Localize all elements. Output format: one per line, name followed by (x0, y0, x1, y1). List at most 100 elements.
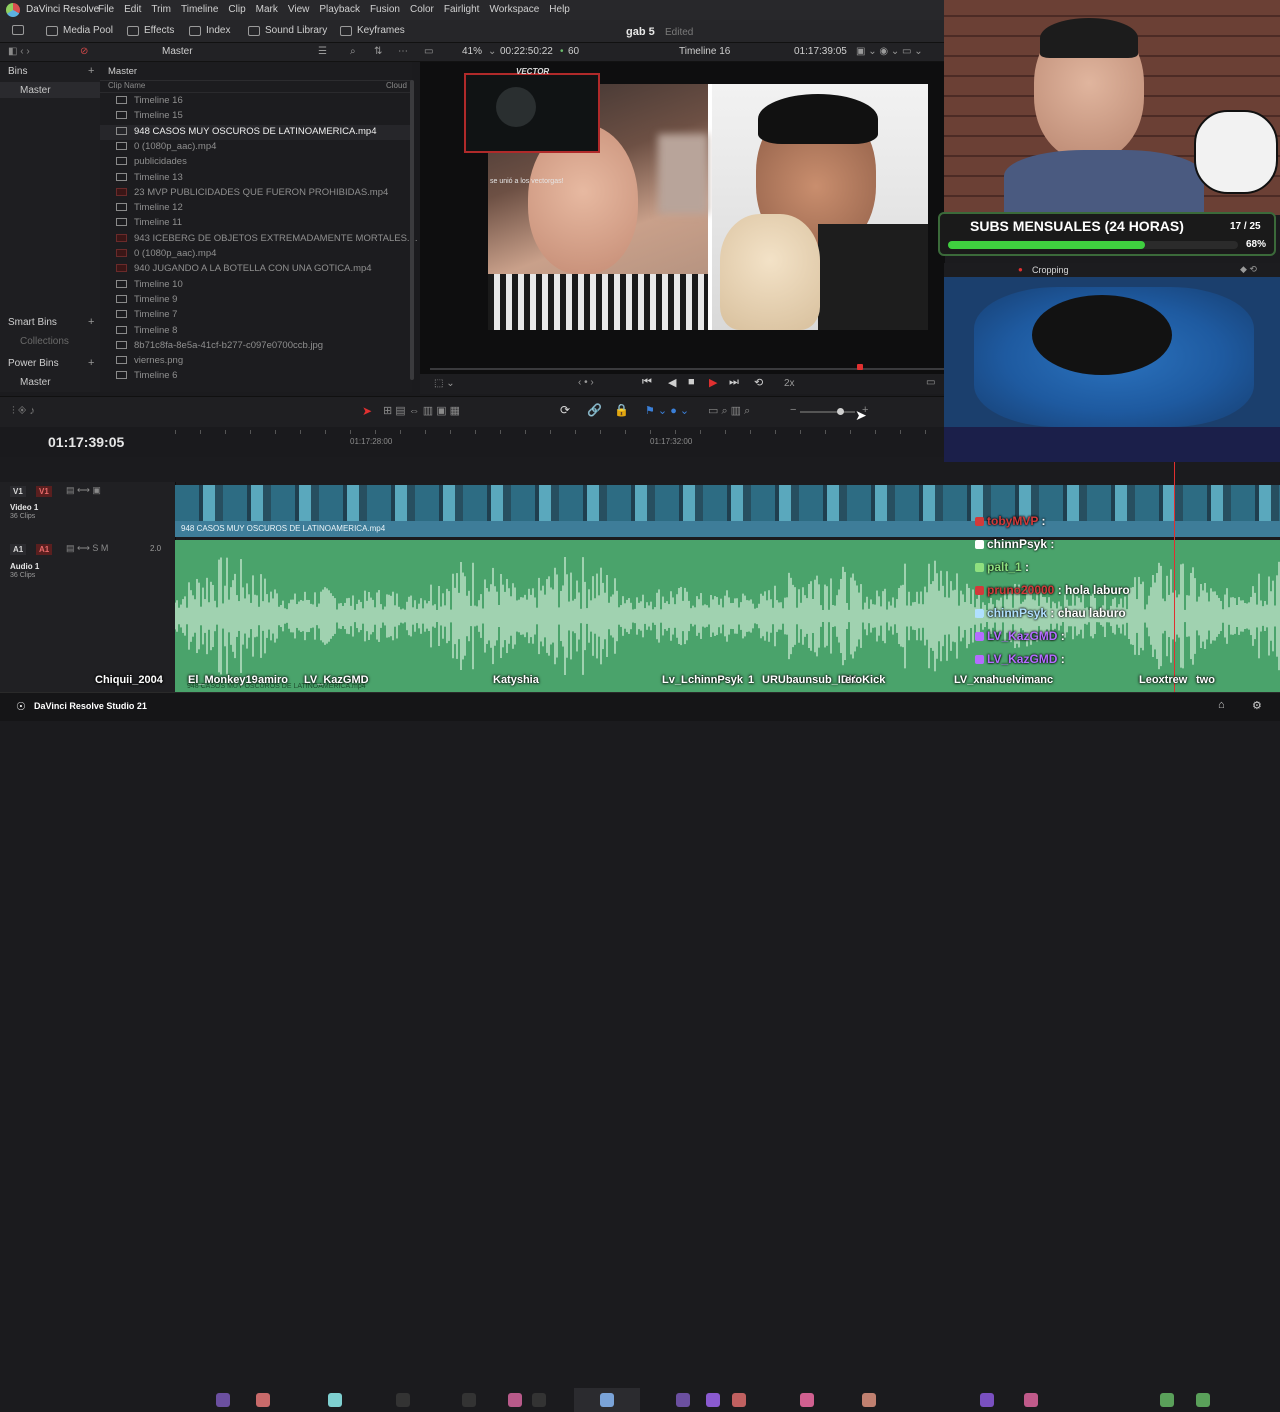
list-view-icon[interactable]: ☰ (318, 46, 327, 57)
more-options-icon[interactable]: ⋯ (398, 46, 408, 57)
menu-trim[interactable]: Trim (151, 4, 171, 15)
panel-toggle-icon[interactable] (12, 25, 24, 35)
clip-row[interactable]: 943 ICEBERG DE OBJETOS EXTREMADAMENTE MO… (100, 232, 417, 247)
timeline-timecode[interactable]: 01:17:39:05 (48, 434, 124, 450)
jog-icon[interactable]: ‹ • › (578, 377, 594, 388)
sound-library-button[interactable]: Sound Library (248, 25, 327, 36)
effects-button[interactable]: Effects (127, 25, 174, 36)
resolve-taskbar-icon[interactable]: ☉ (16, 700, 26, 713)
menu-fairlight[interactable]: Fairlight (444, 4, 480, 15)
clip-row[interactable]: 940 JUGANDO A LA BOTELLA CON UNA GOTICA.… (100, 262, 412, 277)
clip-row[interactable]: Timeline 6 (100, 369, 412, 384)
search-icon[interactable]: ⌕ (350, 46, 356, 57)
menu-help[interactable]: Help (549, 4, 570, 15)
v1-source-patch[interactable]: V1 (10, 486, 26, 497)
clip-row[interactable]: Timeline 8 (100, 324, 412, 339)
zoom-out-icon[interactable]: − (790, 404, 796, 416)
window-icon[interactable] (532, 1393, 546, 1407)
snapping-icon[interactable]: ⟳ (560, 403, 570, 417)
clip-row[interactable]: Timeline 10 (100, 278, 412, 293)
menu-view[interactable]: View (288, 4, 310, 15)
timeline-name[interactable]: Timeline 16 (679, 46, 730, 57)
viewer-layout-icon[interactable]: ▭ (424, 46, 433, 57)
menu-color[interactable]: Color (410, 4, 434, 15)
a1-source-patch[interactable]: A1 (10, 544, 27, 555)
zoom-slider[interactable] (800, 411, 855, 413)
fullscreen-icon[interactable]: ▭ (926, 377, 935, 388)
media-pool-button[interactable]: Media Pool (46, 25, 113, 36)
viewer-playhead[interactable] (857, 364, 863, 370)
zoom-level[interactable]: 41% (462, 46, 482, 57)
audio-track-name[interactable]: Audio 1 (10, 562, 39, 571)
clip-row[interactable]: Timeline 7 (100, 308, 412, 323)
video-clip-thumbnails[interactable] (175, 485, 1280, 521)
selection-tool-icon[interactable]: ➤ (362, 404, 372, 418)
menu-clip[interactable]: Clip (228, 4, 245, 15)
lock-icon[interactable]: 🔒 (614, 403, 629, 417)
sort-icon[interactable]: ⇅ (374, 46, 382, 57)
flag-icon[interactable]: ⚑ ⌄ ● ⌄ (645, 404, 689, 417)
clip-row[interactable]: 8b71c8fa-8e5a-41cf-b277-c097e0700ccb.jpg (100, 339, 412, 354)
index-button[interactable]: Index (189, 25, 230, 36)
bin-master[interactable]: Master (0, 82, 100, 98)
menu-playback[interactable]: Playback (319, 4, 360, 15)
menu-edit[interactable]: Edit (124, 4, 141, 15)
edit-tools-icon[interactable]: ⊞ ▤ ⇔ ▥ ▣ ▦ (383, 404, 460, 417)
play-reverse-icon[interactable]: ◀ (668, 376, 676, 389)
folder-icon[interactable] (396, 1393, 410, 1407)
play-icon[interactable]: ▶ (709, 376, 717, 389)
menu-file[interactable]: File (98, 4, 114, 15)
clip-row[interactable]: Timeline 11 (100, 216, 412, 231)
cam2-options-icon[interactable]: ◆ ⟲ (1240, 264, 1257, 275)
scrub-icon[interactable]: ⬚ ⌄ (434, 378, 455, 389)
clip-row[interactable]: viernes.png (100, 354, 412, 369)
clip-row[interactable]: Timeline 15 (100, 109, 412, 124)
a1-track-badge[interactable]: A1 (36, 544, 53, 555)
back-icon[interactable]: ◧ ‹ › (8, 46, 30, 57)
clip-row[interactable]: Timeline 13 (100, 171, 412, 186)
collections-item[interactable]: Collections (20, 336, 69, 347)
loop-icon[interactable]: ⟲ (754, 376, 763, 389)
video-track-name[interactable]: Video 1 (10, 503, 38, 512)
stop-icon[interactable]: ■ (688, 376, 695, 388)
davinci-logo-icon[interactable] (6, 3, 20, 17)
keyframes-button[interactable]: Keyframes (340, 25, 405, 36)
link-icon[interactable]: 🔗 (587, 403, 602, 417)
clip-row[interactable]: 0 (1080p_aac).mp4 (100, 247, 412, 262)
v1-track-badge[interactable]: V1 (36, 486, 52, 497)
clip-row[interactable]: 23 MVP PUBLICIDADES QUE FUERON PROHIBIDA… (100, 186, 412, 201)
viewer-options-icon[interactable]: ▣ ⌄ ◉ ⌄ ▭ ⌄ (856, 46, 923, 57)
smart-bins-heading[interactable]: Smart Bins (8, 317, 57, 328)
menu-timeline[interactable]: Timeline (181, 4, 218, 15)
camera-icon[interactable] (462, 1393, 476, 1407)
menu-fusion[interactable]: Fusion (370, 4, 400, 15)
clip-list-scrollbar[interactable] (410, 80, 414, 380)
resolve-app-icon[interactable] (600, 1393, 614, 1407)
go-to-end-icon[interactable]: ⏭ (729, 376, 739, 389)
clip-row[interactable]: 0 (1080p_aac).mp4 (100, 140, 412, 155)
viewer-scrubber[interactable] (430, 368, 945, 370)
audio-track-controls-icon[interactable]: ▤ ⟷ S M (66, 543, 108, 554)
zoom-tools-icon[interactable]: ▭ ⌕ ▥ ⌕ (708, 404, 750, 418)
video-clip[interactable]: 948 CASOS MUY OSCUROS DE LATINOAMERICA.m… (175, 521, 1280, 537)
add-bin-icon[interactable]: + (88, 65, 94, 77)
taskbar-app-label[interactable]: DaVinci Resolve Studio 21 (34, 701, 147, 711)
playback-speed[interactable]: 2x (784, 378, 795, 389)
go-to-start-icon[interactable]: ⏮ (642, 376, 652, 389)
clip-row[interactable]: publicidades (100, 155, 412, 170)
col-cloud[interactable]: Cloud (386, 81, 407, 90)
add-power-bin-icon[interactable]: + (88, 357, 94, 369)
filter-icon[interactable]: ⊘ (80, 46, 88, 57)
power-bin-master[interactable]: Master (20, 377, 51, 388)
add-smart-bin-icon[interactable]: + (88, 316, 94, 328)
timeline-view-icon[interactable]: ⫶ ◈ ♪ (12, 405, 35, 418)
clip-row[interactable]: Timeline 9 (100, 293, 412, 308)
clip-row[interactable]: Timeline 16 (100, 94, 412, 109)
clip-row[interactable]: 948 CASOS MUY OSCUROS DE LATINOAMERICA.m… (100, 124, 412, 140)
power-bins-heading[interactable]: Power Bins (8, 358, 59, 369)
audio-level[interactable]: 2.0 (150, 544, 161, 553)
col-clip-name[interactable]: Clip Name (108, 81, 145, 90)
home-icon[interactable]: ⌂ (1218, 699, 1225, 711)
menu-workspace[interactable]: Workspace (489, 4, 539, 15)
menu-mark[interactable]: Mark (256, 4, 278, 15)
